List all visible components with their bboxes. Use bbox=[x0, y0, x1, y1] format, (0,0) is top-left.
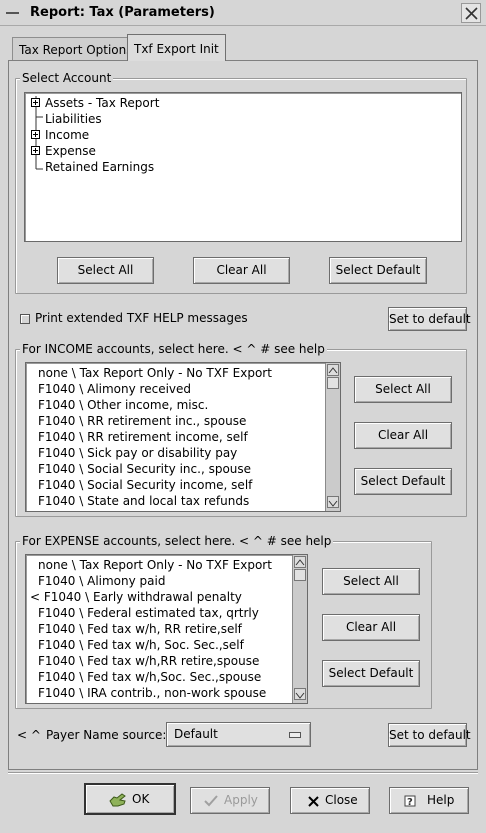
close-window-button[interactable] bbox=[461, 3, 481, 23]
tree-row-liabilities[interactable]: Liabilities bbox=[25, 111, 425, 127]
print-help-label: Print extended TXF HELP messages bbox=[35, 311, 248, 325]
account-clear-all-button[interactable]: Clear All bbox=[193, 257, 290, 284]
expense-scrollbar[interactable] bbox=[292, 555, 307, 703]
income-list-item[interactable]: F1040 \ State and local tax refunds bbox=[26, 493, 326, 509]
tree-row-label: Expense bbox=[45, 144, 96, 158]
expense-list-item[interactable]: F1040 \ Fed tax w/h, Soc. Sec.,self bbox=[26, 637, 292, 653]
print-help-checkbox[interactable] bbox=[20, 314, 30, 324]
expense-list-item[interactable]: F1040 \ IRA contrib., non-work spouse bbox=[26, 685, 292, 701]
income-list-item[interactable]: F1040 \ Alimony received bbox=[26, 381, 326, 397]
window-title: Report: Tax (Parameters) bbox=[30, 5, 215, 20]
scroll-thumb[interactable] bbox=[327, 377, 339, 389]
help-label: Help bbox=[427, 793, 455, 807]
expense-list-item[interactable]: F1040 \ Alimony paid bbox=[26, 573, 292, 589]
expense-list-item[interactable]: F1040 \ Fed tax w/h,RR retire,spouse bbox=[26, 653, 292, 669]
tab-tax-report-options[interactable]: Tax Report Options bbox=[12, 37, 140, 61]
tree-row-income[interactable]: Income bbox=[25, 127, 425, 143]
svg-text:?: ? bbox=[407, 797, 413, 808]
close-label: Close bbox=[325, 793, 358, 807]
expense-clear-all-button[interactable]: Clear All bbox=[322, 614, 420, 641]
income-select-default-button[interactable]: Select Default bbox=[354, 468, 452, 495]
tree-row-label: Retained Earnings bbox=[45, 160, 155, 174]
help-icon: ? bbox=[404, 795, 416, 808]
account-select-all-button[interactable]: Select All bbox=[57, 257, 154, 284]
income-list-item[interactable]: F1040 \ Sick pay or disability pay bbox=[26, 445, 326, 461]
expense-list-item[interactable]: < F1040 \ Early withdrawal penalty bbox=[26, 589, 292, 605]
expense-list[interactable]: none \ Tax Report Only - No TXF Export F… bbox=[25, 554, 308, 704]
payer-name-source-dropdown[interactable]: Default bbox=[166, 722, 311, 747]
income-select-all-button[interactable]: Select All bbox=[354, 376, 452, 403]
payer-name-source-label: Payer Name source: bbox=[46, 728, 167, 742]
expense-list-item[interactable]: none \ Tax Report Only - No TXF Export bbox=[26, 557, 292, 573]
expense-title: For EXPENSE accounts, select here. < ^ #… bbox=[20, 534, 334, 548]
close-icon bbox=[465, 7, 478, 20]
print-help-set-default-button[interactable]: Set to default bbox=[388, 307, 471, 331]
payer-name-source-value: Default bbox=[174, 727, 218, 741]
expense-list-item[interactable]: F1040 \ Fed tax w/h, RR retire,self bbox=[26, 621, 292, 637]
payer-prefix: < ^ bbox=[17, 728, 41, 742]
expense-list-item[interactable]: F1040 \ Federal estimated tax, qrtrly bbox=[26, 605, 292, 621]
close-x-icon bbox=[308, 796, 319, 807]
expense-list-item[interactable]: F1040 \ Fed tax w/h,Soc. Sec.,spouse bbox=[26, 669, 292, 685]
ok-button[interactable]: OK bbox=[84, 783, 176, 815]
close-button[interactable]: Close bbox=[290, 787, 370, 814]
income-scrollbar[interactable] bbox=[325, 363, 340, 511]
tree-row-label: Income bbox=[45, 128, 90, 142]
income-list-item[interactable]: F1040 \ Other income, misc. bbox=[26, 397, 326, 413]
apply-button[interactable]: Apply bbox=[190, 787, 270, 814]
scroll-down-icon[interactable] bbox=[327, 496, 339, 508]
tree-row-label: Liabilities bbox=[45, 112, 102, 126]
select-account-title: Select Account bbox=[20, 71, 114, 85]
scroll-thumb[interactable] bbox=[294, 569, 306, 581]
income-list-item[interactable]: F1040 \ Social Security income, self bbox=[26, 477, 326, 493]
help-button[interactable]: ? Help bbox=[389, 787, 469, 814]
ok-hand-icon bbox=[109, 793, 126, 807]
income-list[interactable]: none \ Tax Report Only - No TXF Export F… bbox=[25, 362, 341, 512]
separator bbox=[8, 772, 478, 774]
scroll-up-icon[interactable] bbox=[294, 556, 306, 568]
expand-icon[interactable] bbox=[31, 130, 40, 139]
scroll-up-icon[interactable] bbox=[327, 364, 339, 376]
expense-select-default-button[interactable]: Select Default bbox=[322, 660, 420, 687]
tree-row-expense[interactable]: Expense bbox=[25, 143, 425, 159]
income-title: For INCOME accounts, select here. < ^ # … bbox=[20, 342, 327, 356]
tree-row-label: Assets - Tax Report bbox=[45, 96, 160, 110]
income-list-item[interactable]: F1040 \ Social Security inc., spouse bbox=[26, 461, 326, 477]
tree-row-assets[interactable]: Assets - Tax Report bbox=[25, 95, 425, 111]
tree-row-retained-earnings[interactable]: Retained Earnings bbox=[25, 159, 425, 175]
payer-set-default-button[interactable]: Set to default bbox=[388, 723, 471, 747]
account-tree[interactable]: Assets - Tax Report Liabilities Income E… bbox=[24, 92, 462, 242]
apply-label: Apply bbox=[224, 793, 258, 807]
tab-label: Txf Export Init bbox=[134, 42, 219, 56]
dropdown-indicator-icon bbox=[289, 732, 301, 738]
tab-label: Tax Report Options bbox=[19, 43, 133, 57]
account-select-default-button[interactable]: Select Default bbox=[329, 257, 427, 284]
expand-icon[interactable] bbox=[31, 98, 40, 107]
check-icon bbox=[204, 795, 218, 807]
ok-label: OK bbox=[132, 792, 150, 806]
tab-txf-export-init[interactable]: Txf Export Init bbox=[127, 34, 226, 61]
scroll-down-icon[interactable] bbox=[294, 688, 306, 700]
expense-select-all-button[interactable]: Select All bbox=[322, 568, 420, 595]
title-bar: Report: Tax (Parameters) bbox=[0, 0, 486, 26]
income-clear-all-button[interactable]: Clear All bbox=[354, 422, 452, 449]
income-list-item[interactable]: F1040 \ RR retirement income, self bbox=[26, 429, 326, 445]
window-menu-icon[interactable] bbox=[6, 12, 19, 14]
expand-icon[interactable] bbox=[31, 146, 40, 155]
income-list-item[interactable]: none \ Tax Report Only - No TXF Export bbox=[26, 365, 326, 381]
income-list-item[interactable]: F1040 \ RR retirement inc., spouse bbox=[26, 413, 326, 429]
